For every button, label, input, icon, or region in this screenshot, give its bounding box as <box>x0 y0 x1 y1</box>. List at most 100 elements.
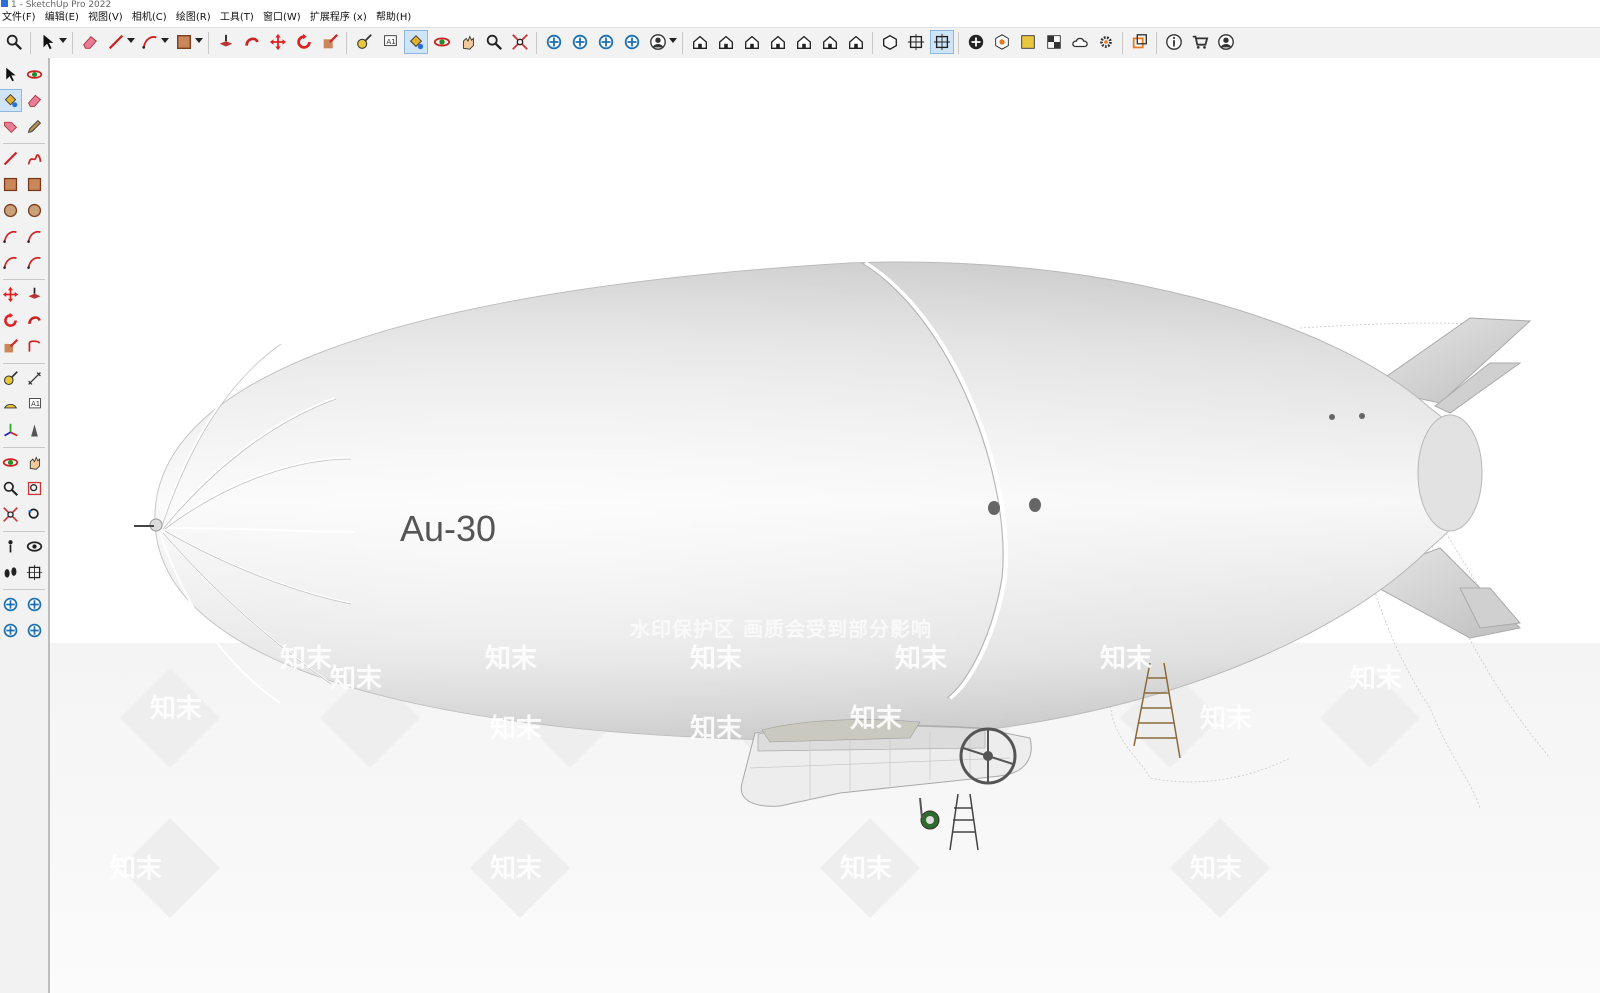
walk-tool[interactable] <box>0 562 21 583</box>
circle-tool[interactable] <box>0 200 21 221</box>
orbit-tool[interactable] <box>24 64 45 85</box>
section-plane-button[interactable] <box>905 31 927 53</box>
zoom-window-tool[interactable] <box>24 478 45 499</box>
eraser-tool[interactable] <box>24 90 45 111</box>
arc-tool[interactable] <box>0 226 21 247</box>
push-pull-button[interactable] <box>215 31 237 53</box>
menu-tools[interactable]: 工具(T) <box>218 10 258 26</box>
menu-file[interactable]: 文件(F) <box>0 10 40 26</box>
top-view-button[interactable] <box>715 31 737 53</box>
modeling-viewport[interactable]: Au-30 水印保护区 画质会受到部分影响 知末 知末 知末 知末 知末 知末 知末 知末 知末… <box>50 58 1600 993</box>
paint-bucket-button[interactable] <box>404 30 428 54</box>
bottom-view-button[interactable] <box>845 31 867 53</box>
layout-button[interactable] <box>595 31 617 53</box>
style-builder-tool[interactable] <box>24 620 45 641</box>
add-location-button[interactable] <box>965 31 987 53</box>
scale-tool[interactable] <box>0 336 21 357</box>
menu-help[interactable]: 帮助(H) <box>374 10 415 26</box>
previous-view-tool[interactable] <box>24 504 45 525</box>
warehouse-button[interactable] <box>543 31 565 53</box>
scale-button[interactable] <box>319 31 341 53</box>
pan-tool[interactable] <box>24 452 45 473</box>
menu-draw[interactable]: 绘图(R) <box>174 10 215 26</box>
front-view-button[interactable] <box>741 31 763 53</box>
warehouse-tool[interactable] <box>0 594 21 615</box>
orbit-button[interactable] <box>431 31 453 53</box>
offset-tool[interactable] <box>24 336 45 357</box>
zoom-button[interactable] <box>3 31 25 53</box>
section-plane-tool[interactable] <box>24 562 45 583</box>
profile-button[interactable] <box>1215 31 1237 53</box>
eyedropper-tool[interactable] <box>24 116 45 137</box>
extension-warehouse-tool[interactable] <box>24 594 45 615</box>
layout-tool[interactable] <box>0 620 21 641</box>
two-point-arc-tool[interactable] <box>24 226 45 247</box>
chevron-down-icon[interactable] <box>59 38 67 43</box>
paint-bucket-tool[interactable] <box>0 89 22 112</box>
push-pull-tool[interactable] <box>24 284 45 305</box>
3d-text-tool[interactable] <box>24 420 45 441</box>
sandbox-button[interactable] <box>1017 31 1039 53</box>
zoom-extents-tool[interactable] <box>0 504 21 525</box>
chevron-down-icon[interactable] <box>669 38 677 43</box>
display-section-button[interactable] <box>930 30 954 54</box>
move-tool[interactable] <box>0 284 21 305</box>
select-tool[interactable] <box>0 64 21 85</box>
cloud-button[interactable] <box>1069 31 1091 53</box>
tape-measure-button[interactable] <box>353 31 375 53</box>
pan-button[interactable] <box>457 31 479 53</box>
account-button[interactable] <box>647 31 669 53</box>
select-button[interactable] <box>37 31 59 53</box>
chevron-down-icon[interactable] <box>127 38 135 43</box>
three-point-arc-tool[interactable] <box>0 252 21 273</box>
orbit-tool-tool[interactable] <box>0 452 21 473</box>
chevron-down-icon[interactable] <box>195 38 203 43</box>
chevron-down-icon[interactable] <box>161 38 169 43</box>
freehand-tool[interactable] <box>24 148 45 169</box>
position-camera-tool[interactable] <box>0 536 21 557</box>
menu-view[interactable]: 视图(V) <box>86 10 127 26</box>
style-builder-button[interactable] <box>621 31 643 53</box>
extension-warehouse-button[interactable] <box>569 31 591 53</box>
solid-tools-button[interactable] <box>879 31 901 53</box>
eraser-button[interactable] <box>79 31 101 53</box>
polygon-tool[interactable] <box>24 200 45 221</box>
arc-button[interactable] <box>139 31 161 53</box>
right-view-button[interactable] <box>767 31 789 53</box>
back-view-button[interactable] <box>793 31 815 53</box>
rectangle-tool[interactable] <box>0 174 21 195</box>
settings-button[interactable] <box>1095 31 1117 53</box>
dynamic-components-button[interactable] <box>1129 31 1151 53</box>
left-view-button[interactable] <box>819 31 841 53</box>
dimension-tool[interactable] <box>24 368 45 389</box>
photo-texture-button[interactable] <box>991 31 1013 53</box>
tape-measure-tool[interactable] <box>0 368 21 389</box>
look-around-tool[interactable] <box>24 536 45 557</box>
zoom-tool[interactable] <box>0 478 21 499</box>
menu-window[interactable]: 窗口(W) <box>261 10 305 26</box>
menu-extensions[interactable]: 扩展程序 (x) <box>308 10 371 26</box>
move-button[interactable] <box>267 31 289 53</box>
menu-camera[interactable]: 相机(C) <box>130 10 171 26</box>
tag-tool-tool[interactable] <box>0 116 21 137</box>
line-tool[interactable] <box>0 148 21 169</box>
zoom-tool-button[interactable] <box>483 31 505 53</box>
follow-me-button[interactable] <box>241 31 263 53</box>
cart-button[interactable] <box>1189 31 1211 53</box>
rotate-tool[interactable] <box>0 310 21 331</box>
axes-tool[interactable] <box>0 420 21 441</box>
text-button[interactable]: A1 <box>379 31 401 53</box>
zoom-extents-button[interactable] <box>509 31 531 53</box>
menu-edit[interactable]: 编辑(E) <box>43 10 83 26</box>
info-button[interactable] <box>1163 31 1185 53</box>
text-tool[interactable]: A1 <box>24 394 45 415</box>
rotate-button[interactable] <box>293 31 315 53</box>
protractor-tool[interactable] <box>0 394 21 415</box>
line-button[interactable] <box>105 31 127 53</box>
rotated-rectangle-tool[interactable] <box>24 174 45 195</box>
checker-button[interactable] <box>1043 31 1065 53</box>
iso-view-button[interactable] <box>689 31 711 53</box>
pie-tool[interactable] <box>24 252 45 273</box>
rectangle-button[interactable] <box>173 31 195 53</box>
follow-me-tool[interactable] <box>24 310 45 331</box>
